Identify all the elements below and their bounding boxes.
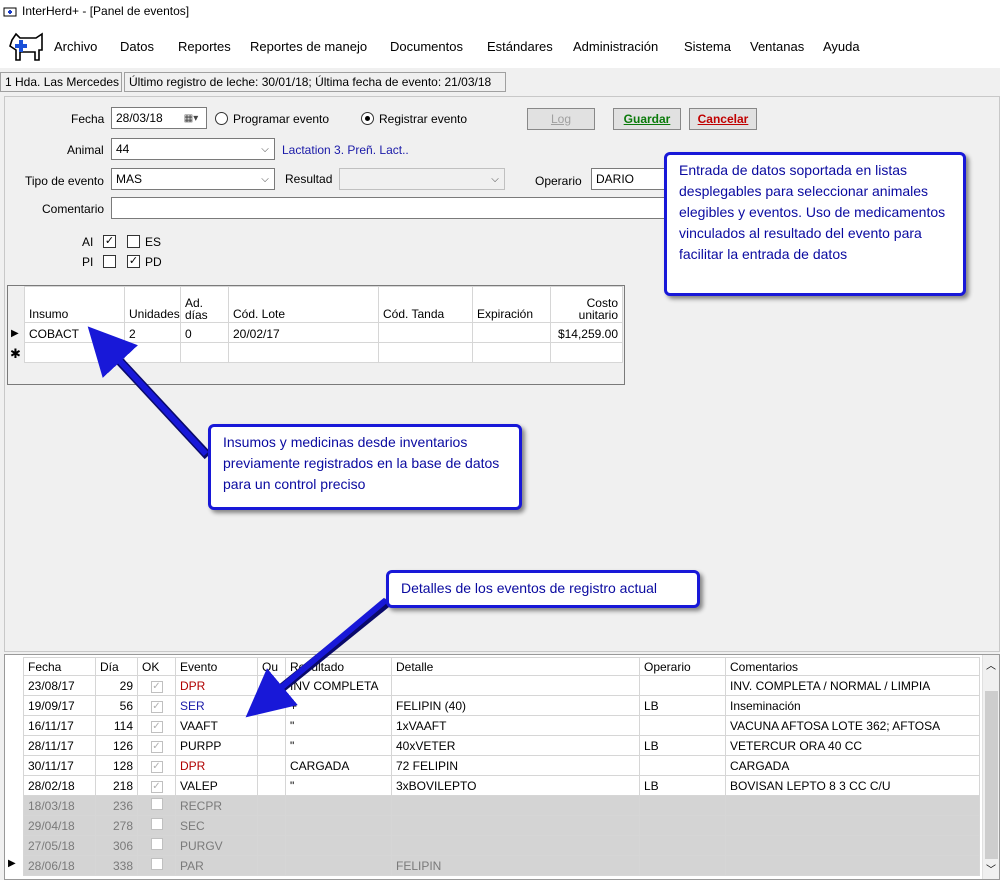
- arrow-insumos: [87, 326, 209, 457]
- callout-event-details: Detalles de los eventos de registro actu…: [386, 570, 700, 608]
- callout-dropdowns: Entrada de datos soportada en listas des…: [664, 152, 966, 296]
- callout-insumos: Insumos y medicinas desde inventarios pr…: [208, 424, 522, 510]
- arrow-events: [245, 597, 388, 718]
